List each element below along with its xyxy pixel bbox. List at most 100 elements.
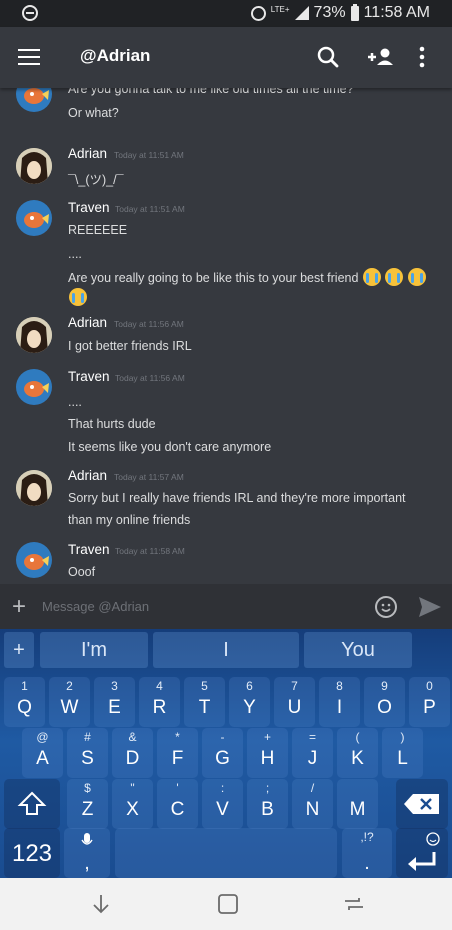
author-name[interactable]: Traven [68,369,110,384]
timestamp: Today at 11:56 AM [115,373,185,383]
anime-character-avatar-icon [16,317,52,353]
emoji-picker-icon[interactable] [375,596,397,618]
key-z[interactable]: $ Z [67,779,108,829]
key-j[interactable]: = J [292,728,333,778]
key-f[interactable]: * F [157,728,198,778]
message-input[interactable] [42,594,352,618]
home-icon[interactable] [216,892,240,916]
backspace-key[interactable] [396,779,448,829]
keyboard-expand-button[interactable]: + [4,632,34,668]
key-b[interactable]: ; B [247,779,288,829]
search-icon[interactable] [314,43,342,71]
discord-dm-screen: LTE+ 73% 11:58 AM @Adrian Are you gonna … [0,0,452,930]
message-text: Are you really going to be like this to … [68,271,359,285]
loudly-crying-emoji-icon [69,288,87,306]
timestamp: Today at 11:58 AM [115,546,185,556]
key-u[interactable]: 7U [274,677,315,727]
suggestion-1[interactable]: I'm [40,632,148,668]
author-name[interactable]: Adrian [68,315,107,330]
battery-percent: 73% [313,4,346,21]
key-r[interactable]: 4R [139,677,180,727]
avatar[interactable] [16,88,52,112]
menu-icon[interactable] [18,48,40,66]
microphone-icon [81,833,93,845]
key-e[interactable]: 3E [94,677,135,727]
hide-keyboard-icon[interactable] [89,892,113,916]
message-composer: + [0,584,452,629]
key-y[interactable]: 6Y [229,677,270,727]
message-list[interactable]: Are you gonna talk to me like old times … [0,88,452,584]
enter-key[interactable] [396,828,448,878]
magikarp-avatar-icon [24,212,49,228]
magikarp-avatar-icon [24,88,49,104]
more-options-icon[interactable] [414,43,430,71]
message-text: REEEEEE [68,223,128,237]
timestamp: Today at 11:51 AM [115,204,185,214]
key-l[interactable]: ) L [382,728,423,778]
numbers-key[interactable]: 123 [4,828,60,878]
anime-character-avatar-icon [16,148,52,184]
timestamp: Today at 11:51 AM [114,150,184,160]
avatar[interactable] [16,369,52,405]
author-name[interactable]: Traven [68,542,110,557]
key-m[interactable]: M [337,779,378,829]
author-name[interactable]: Traven [68,200,110,215]
emoji-line [68,288,87,306]
enter-arrow-icon [408,852,436,871]
key-c[interactable]: ' C [157,779,198,829]
message-text: That hurts dude [68,417,156,431]
key-o[interactable]: 9O [364,677,405,727]
key-a[interactable]: @ A [22,728,63,778]
key-h[interactable]: + H [247,728,288,778]
avatar[interactable] [16,470,52,506]
status-bar: LTE+ 73% 11:58 AM [0,0,452,27]
avatar[interactable] [16,542,52,578]
key-g[interactable]: -G [202,728,243,778]
on-screen-keyboard: + I'm I You 1Q2W3E4R5T6Y7U8I9O0P @ A # S & D *… [0,629,452,878]
avatar[interactable] [16,148,52,184]
send-icon[interactable] [418,596,442,618]
add-friend-icon[interactable] [366,43,396,71]
key-k[interactable]: (K [337,728,378,778]
key-v[interactable]: :V [202,779,243,829]
loudly-crying-emoji-icon [407,268,426,286]
key-x[interactable]: " X [112,779,153,829]
author-name[interactable]: Adrian [68,146,107,161]
magikarp-avatar-icon [24,554,49,570]
message-text: Sorry but I really have friends IRL and … [68,491,406,505]
space-key[interactable] [115,828,337,878]
message-text: .... [68,247,82,261]
author-name[interactable]: Adrian [68,468,107,483]
suggestion-3[interactable]: You [304,632,412,668]
loudly-crying-emoji-icon [385,268,404,286]
key-w[interactable]: 2W [49,677,90,727]
shift-key[interactable] [4,779,60,829]
message-text: Are you gonna talk to me like old times … [68,88,354,96]
key-i[interactable]: 8I [319,677,360,727]
battery-icon [350,3,359,21]
suggestion-2[interactable]: I [153,632,299,668]
message-text: I got better friends IRL [68,339,192,353]
avatar[interactable] [16,317,52,353]
alarm-icon [250,5,266,21]
key-q[interactable]: 1Q [4,677,45,727]
magikarp-avatar-icon [24,381,49,397]
message-text: ¯\_(ツ)_/¯ [68,173,124,187]
punctuation-key[interactable]: ,!? . [342,828,392,878]
key-s[interactable]: # S [67,728,108,778]
recent-apps-icon[interactable] [342,892,366,916]
timestamp: Today at 11:56 AM [114,319,184,329]
add-attachment-icon[interactable]: + [12,593,26,621]
message-text: Or what? [68,106,119,120]
key-p[interactable]: 0P [409,677,450,727]
voice-input-key[interactable]: , [64,828,110,878]
key-t[interactable]: 5T [184,677,225,727]
key-d[interactable]: & D [112,728,153,778]
message-text: Ooof [68,565,96,579]
key-n[interactable]: / N [292,779,333,829]
message-text: than my online friends [68,513,191,527]
app-bar: @Adrian [0,27,452,88]
anime-character-avatar-icon [16,470,52,506]
message-text: .... [68,395,82,409]
avatar[interactable] [16,200,52,236]
